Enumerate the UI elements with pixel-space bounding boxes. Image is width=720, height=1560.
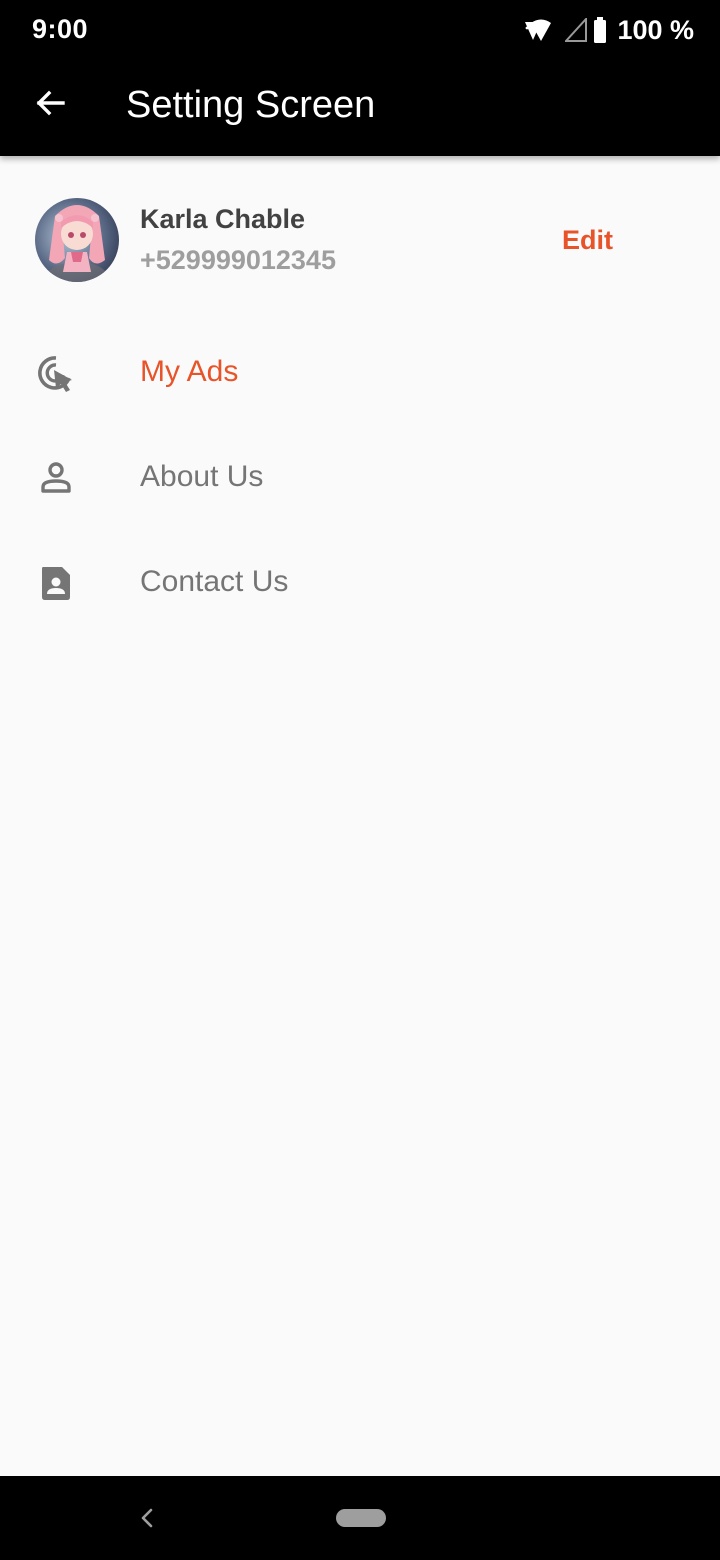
contact-card-icon [36, 563, 76, 603]
battery-percent: 100 % [617, 14, 694, 45]
battery-icon [593, 17, 607, 43]
menu-item-my-ads[interactable]: My Ads [0, 333, 720, 413]
menu-item-about-us[interactable]: About Us [0, 438, 720, 518]
nav-home-pill[interactable] [336, 1509, 386, 1527]
menu-label-my-ads: My Ads [140, 355, 239, 388]
avatar [35, 198, 119, 282]
status-time: 9:00 [32, 14, 89, 44]
menu-label-contact-us: Contact Us [140, 565, 289, 598]
profile-phone: +529999012345 [140, 245, 336, 275]
status-bar: 9:00 100 % [0, 0, 720, 58]
profile-name: Karla Chable [140, 204, 306, 234]
app-bar: Setting Screen [0, 58, 720, 156]
signal-icon [565, 18, 588, 42]
system-nav-bar [0, 1476, 720, 1560]
menu-item-contact-us[interactable]: Contact Us [0, 543, 720, 623]
arrow-back-icon [34, 87, 66, 124]
wifi-icon [523, 17, 559, 43]
profile-header: Karla Chable +529999012345 Edit [0, 196, 720, 284]
ads-click-icon [36, 353, 76, 393]
menu-label-about-us: About Us [140, 460, 264, 493]
status-icons: 100 % [523, 14, 694, 46]
back-button[interactable] [18, 73, 82, 137]
person-icon [36, 458, 76, 498]
nav-back-icon[interactable] [132, 1502, 164, 1534]
page-title: Setting Screen [126, 84, 376, 126]
edit-button[interactable]: Edit [562, 225, 613, 256]
